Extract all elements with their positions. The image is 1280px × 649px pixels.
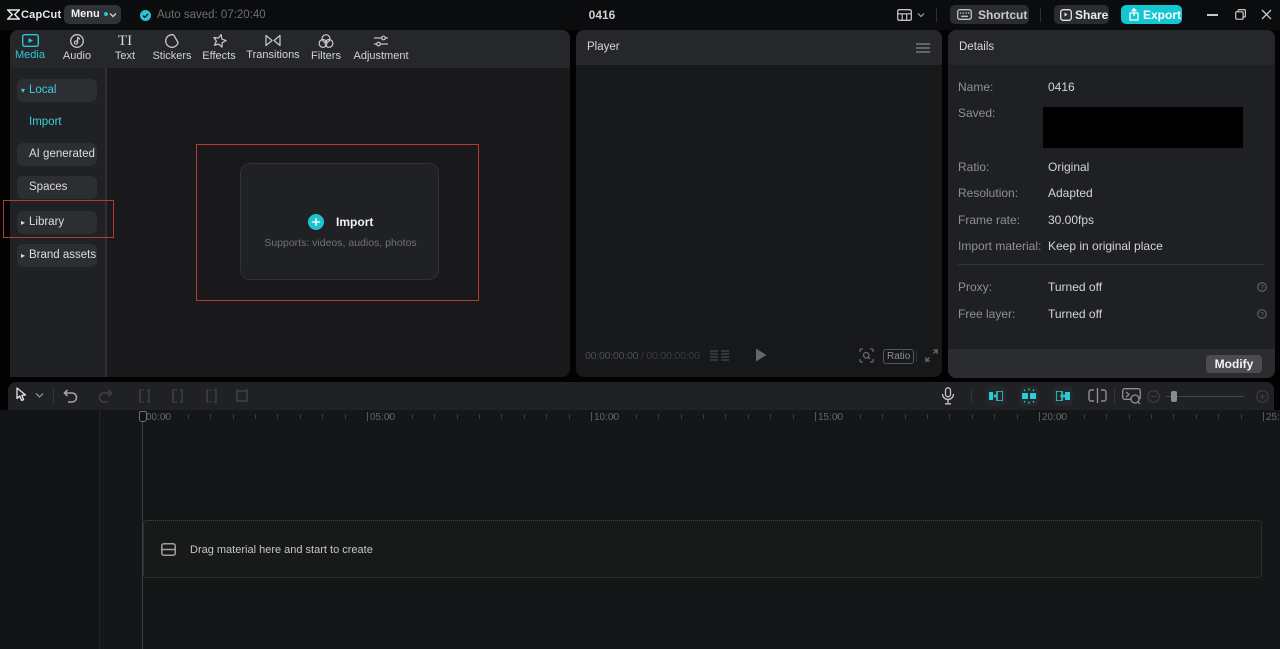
- svg-text:?: ?: [1260, 311, 1264, 318]
- svg-text:?: ?: [1260, 284, 1264, 291]
